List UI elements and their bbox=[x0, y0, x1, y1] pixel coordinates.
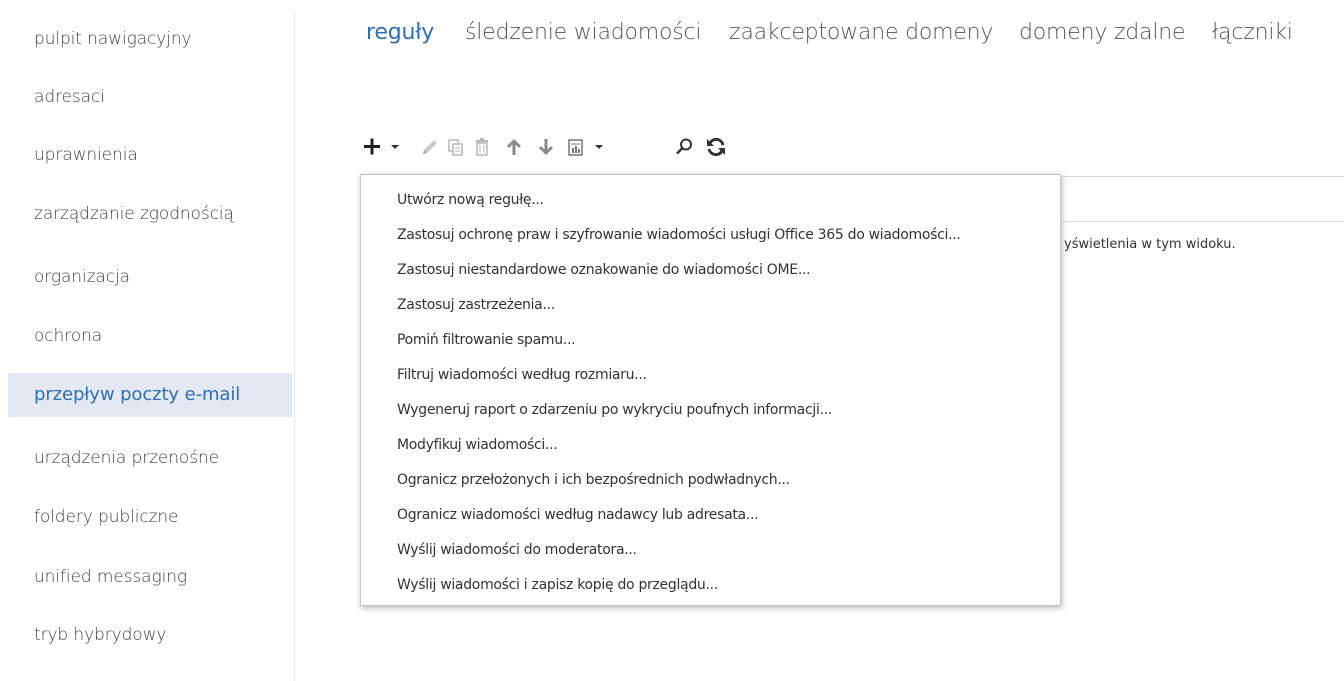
list-header-divider bbox=[1062, 176, 1344, 177]
export-icon bbox=[568, 139, 603, 156]
copy-icon bbox=[448, 139, 463, 156]
nav-item-unified-messaging[interactable]: unified messaging bbox=[8, 555, 292, 599]
nav-item-protection[interactable]: ochrona bbox=[8, 314, 292, 358]
menu-item-apply-ome-branding[interactable]: Zastosuj niestandardowe oznakowanie do w… bbox=[361, 254, 1060, 287]
tab-accepted-domains[interactable]: zaakceptowane domeny bbox=[729, 20, 993, 45]
move-up-icon bbox=[507, 139, 521, 155]
menu-item-apply-disclaimers[interactable]: Zastosuj zastrzeżenia... bbox=[361, 289, 1060, 322]
menu-item-filter-by-size[interactable]: Filtruj wiadomości według rozmiaru... bbox=[361, 359, 1060, 392]
nav-divider bbox=[294, 12, 295, 681]
nav-item-permissions[interactable]: uprawnienia bbox=[8, 133, 292, 177]
left-navigation: pulpit nawigacyjny adresaci uprawnienia … bbox=[0, 0, 294, 681]
nav-item-mail-flow[interactable]: przepływ poczty e-mail bbox=[8, 373, 292, 417]
refresh-icon bbox=[707, 137, 725, 157]
menu-item-generate-incident-report[interactable]: Wygeneruj raport o zdarzeniu po wykryciu… bbox=[361, 394, 1060, 427]
move-up-button[interactable] bbox=[502, 136, 526, 158]
menu-item-restrict-managers[interactable]: Ogranicz przełożonych i ich bezpośrednic… bbox=[361, 464, 1060, 497]
tab-remote-domains[interactable]: domeny zdalne bbox=[1019, 20, 1186, 45]
nav-item-dashboard[interactable]: pulpit nawigacyjny bbox=[8, 17, 292, 61]
menu-item-restrict-by-sender-recipient[interactable]: Ogranicz wiadomości według nadawcy lub a… bbox=[361, 499, 1060, 532]
search-icon bbox=[676, 138, 692, 155]
nav-item-mobile[interactable]: urządzenia przenośne bbox=[8, 436, 292, 480]
export-button[interactable] bbox=[566, 136, 608, 158]
menu-item-bypass-spam-filtering[interactable]: Pomiń filtrowanie spamu... bbox=[361, 324, 1060, 357]
search-button[interactable] bbox=[672, 136, 696, 158]
edit-button[interactable] bbox=[418, 136, 442, 158]
tab-connectors[interactable]: łączniki bbox=[1212, 20, 1293, 45]
add-button[interactable] bbox=[362, 136, 402, 158]
copy-button[interactable] bbox=[444, 136, 468, 158]
nav-item-hybrid[interactable]: tryb hybrydowy bbox=[8, 613, 292, 657]
nav-item-compliance[interactable]: zarządzanie zgodnością bbox=[8, 192, 292, 236]
tab-message-trace[interactable]: śledzenie wiadomości bbox=[465, 20, 702, 45]
nav-item-public-folders[interactable]: foldery publiczne bbox=[8, 495, 292, 539]
new-rule-dropdown-menu: Utwórz nową regułę... Zastosuj ochronę p… bbox=[360, 174, 1061, 606]
menu-item-send-and-save-copy[interactable]: Wyślij wiadomości i zapisz kopię do prze… bbox=[361, 569, 1060, 602]
menu-item-send-to-moderator[interactable]: Wyślij wiadomości do moderatora... bbox=[361, 534, 1060, 567]
nav-item-recipients[interactable]: adresaci bbox=[8, 75, 292, 119]
list-empty-message: yświetlenia w tym widoku. bbox=[1064, 237, 1236, 252]
nav-item-organization[interactable]: organizacja bbox=[8, 255, 292, 299]
add-icon bbox=[364, 138, 399, 155]
delete-icon bbox=[476, 138, 488, 156]
refresh-button[interactable] bbox=[703, 136, 729, 158]
edit-icon bbox=[423, 140, 437, 154]
menu-item-apply-rights-protection[interactable]: Zastosuj ochronę praw i szyfrowanie wiad… bbox=[361, 219, 1060, 252]
move-down-button[interactable] bbox=[534, 136, 558, 158]
tab-rules[interactable]: reguły bbox=[366, 20, 434, 45]
delete-button[interactable] bbox=[470, 136, 494, 158]
menu-item-modify-messages[interactable]: Modyfikuj wiadomości... bbox=[361, 429, 1060, 462]
list-header-bottom-divider bbox=[1062, 221, 1344, 222]
move-down-icon bbox=[539, 139, 553, 155]
menu-item-create-new-rule[interactable]: Utwórz nową regułę... bbox=[361, 184, 1060, 217]
